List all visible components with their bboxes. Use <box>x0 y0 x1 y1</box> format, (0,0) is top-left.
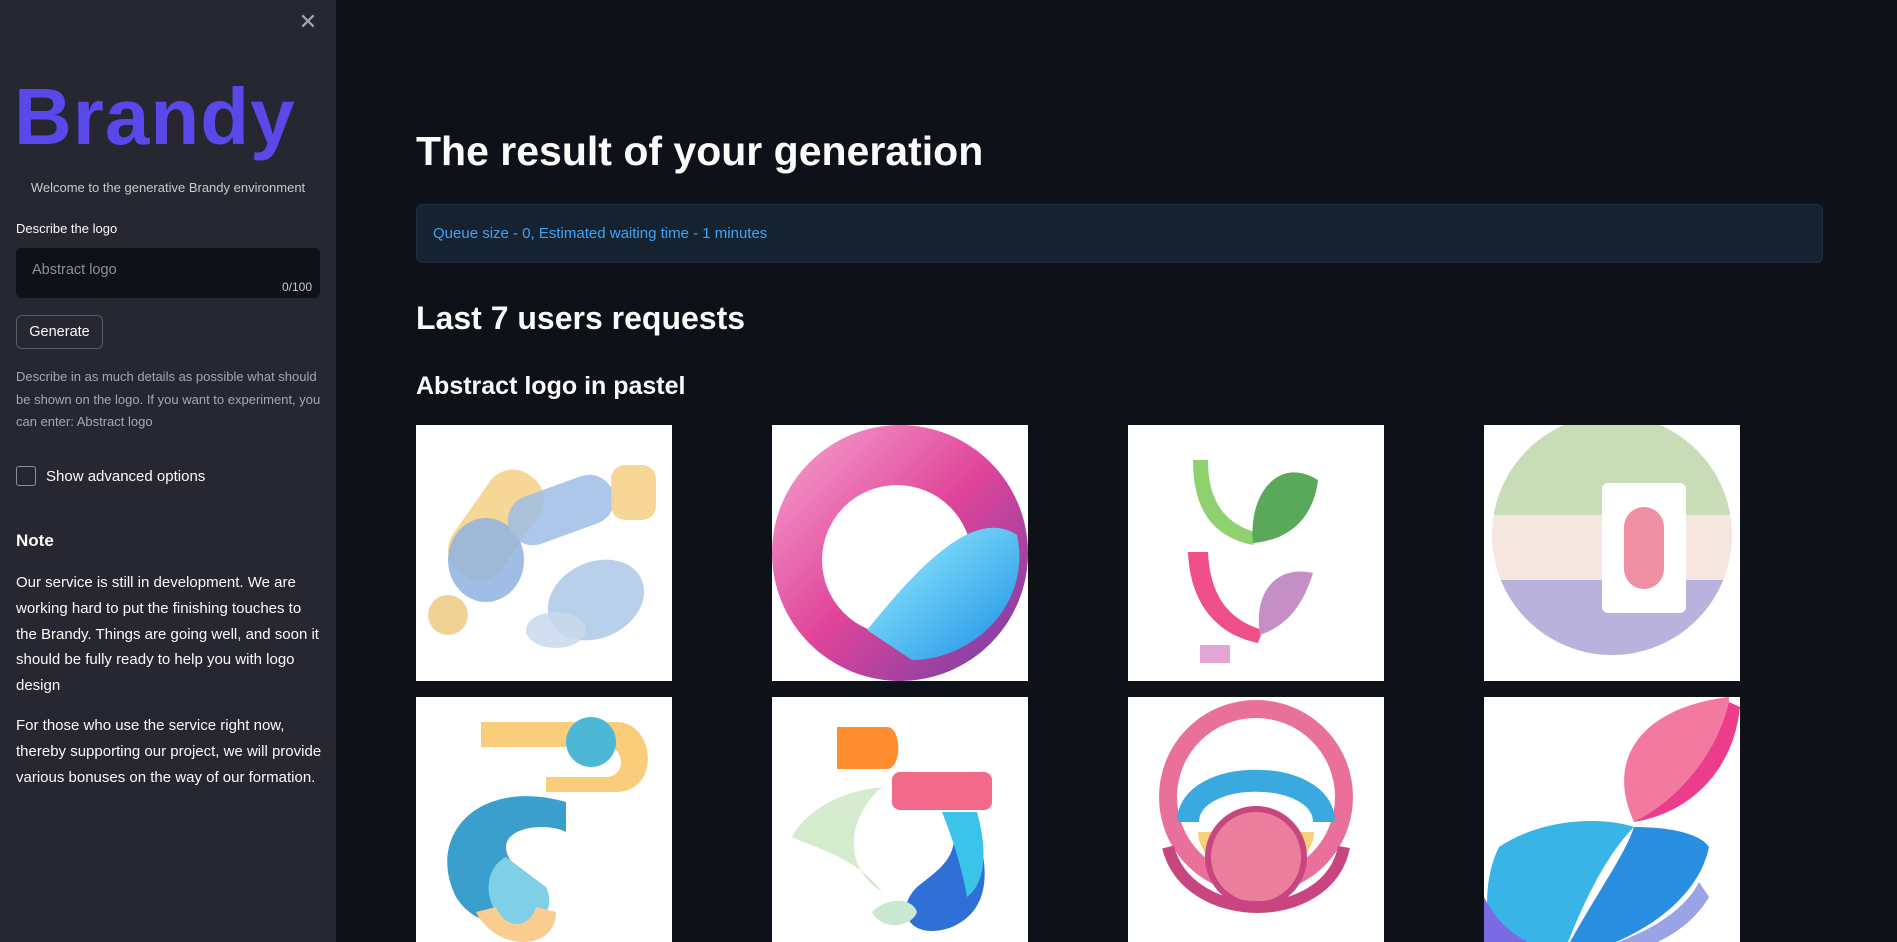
page-title: The result of your generation <box>416 128 984 174</box>
close-icon[interactable]: ✕ <box>296 10 320 34</box>
queue-info-box: Queue size - 0, Estimated waiting time -… <box>416 204 1823 263</box>
welcome-text: Welcome to the generative Brandy environ… <box>30 180 306 195</box>
app: ✕ Brandy Welcome to the generative Brand… <box>0 0 1897 942</box>
orange-pink-blocks-image[interactable] <box>772 697 1028 942</box>
sidebar: ✕ Brandy Welcome to the generative Brand… <box>0 0 336 942</box>
describe-label: Describe the logo <box>16 221 118 236</box>
brandy-logo-text: Brandy <box>14 82 296 161</box>
checkbox-icon[interactable] <box>16 466 36 486</box>
char-counter: 0/100 <box>281 280 312 294</box>
pink-blue-bowtie-image[interactable] <box>1484 697 1740 942</box>
group-title: Abstract logo in pastel <box>416 372 686 400</box>
abstract-pastel-blobs-image[interactable] <box>416 425 672 681</box>
logo-description-input[interactable]: Abstract logo 0/100 <box>16 248 320 298</box>
note-title: Note <box>16 531 54 550</box>
brandy-logo: Brandy <box>14 82 296 161</box>
main-content: The result of your generation Queue size… <box>336 0 1897 942</box>
generate-button[interactable]: Generate <box>16 315 103 349</box>
help-text: Describe in as much details as possible … <box>16 369 321 429</box>
pastel-circle-segments-image[interactable] <box>1484 425 1740 681</box>
blue-yellow-swirl-image[interactable] <box>416 697 672 942</box>
input-placeholder: Abstract logo <box>32 262 117 278</box>
advanced-options-toggle[interactable]: Show advanced options <box>16 466 205 486</box>
advanced-options-label: Show advanced options <box>46 467 206 485</box>
note-paragraph-1: Our service is still in development. We … <box>16 574 319 695</box>
note-paragraph-2: For those who use the service right now,… <box>16 717 322 786</box>
requests-heading: Last 7 users requests <box>416 300 746 336</box>
pink-cyan-ring-image[interactable] <box>772 425 1028 681</box>
pink-concentric-rings-image[interactable] <box>1128 697 1384 942</box>
green-pink-leaves-image[interactable] <box>1128 425 1384 681</box>
